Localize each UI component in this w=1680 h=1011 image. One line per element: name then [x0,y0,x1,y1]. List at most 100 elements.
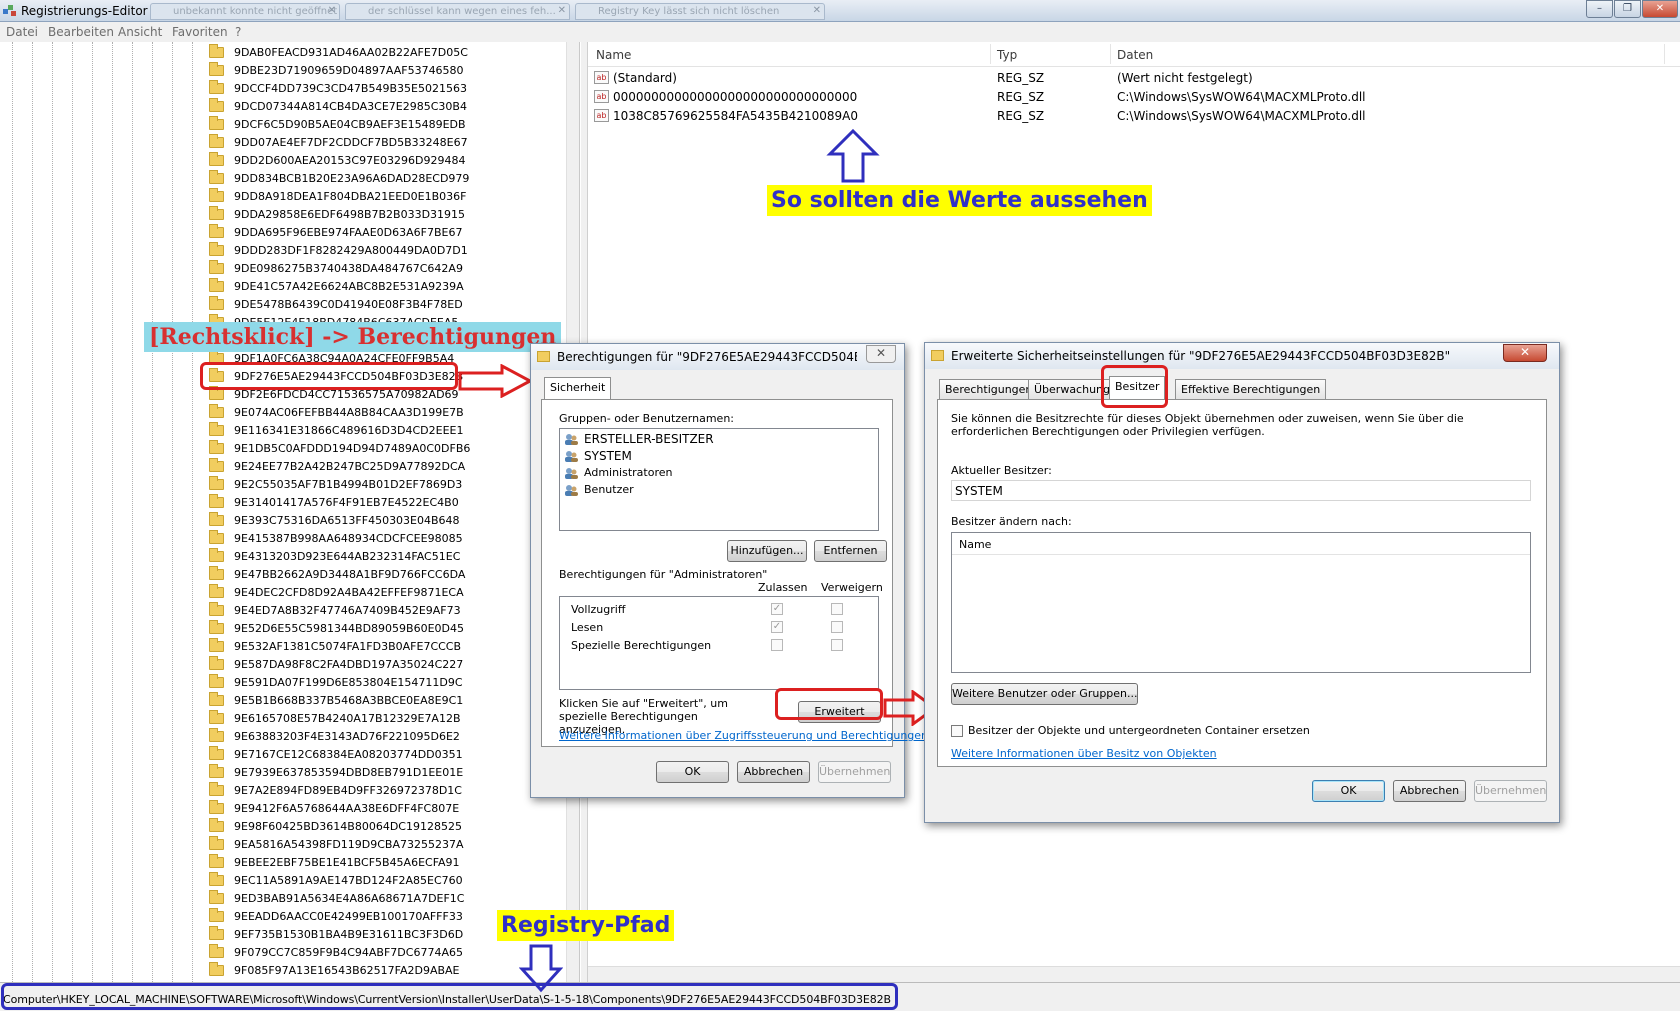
folder-icon [209,782,224,796]
permission-name: Lesen [571,621,604,634]
current-owner-label: Aktueller Besitzer: [951,464,1052,477]
tree-item-label: 9DE5478B6439C0D41940E08F3B4F78ED [234,298,463,311]
users-icon [565,468,578,479]
more-users-button[interactable]: Weitere Benutzer oder Gruppen... [951,683,1138,705]
menu-help[interactable]: ? [235,25,241,39]
remove-button[interactable]: Entfernen [814,540,887,562]
tree-item-label: 9E2C55035AF7B1B4994B01D2EF7869D3 [234,478,463,491]
folder-icon [209,44,224,58]
cancel-button[interactable]: Abbrechen [737,761,810,783]
column-type[interactable]: Typ [997,48,1017,62]
string-value-icon: ab [594,71,609,84]
tree-item-label: 9DDA695F96EBE974FAAE0D63A6F7BE67 [234,226,463,239]
dialog-title: Berechtigungen für "9DF276E5AE29443FCCD5… [557,350,857,364]
tab-effektive-berechtigungen[interactable]: Effektive Berechtigungen [1175,379,1327,399]
user-name: SYSTEM [584,449,632,463]
title-bar: Registrierungs-Editor unbekannt konnte n… [0,0,1680,22]
taskbar-tab[interactable]: Registry Key lässt sich nicht löschen ✕ [575,3,825,20]
tree-item-label: 9EEADD6AACC0E42499EB100170AFFF33 [234,910,463,923]
minimize-button[interactable]: – [1586,0,1613,18]
menu-bearbeiten[interactable]: Bearbeiten [48,25,114,39]
menu-favoriten[interactable]: Favoriten [172,25,228,39]
deny-checkbox[interactable] [831,603,843,615]
folder-icon [209,188,224,202]
string-value-icon: ab [594,109,609,122]
menu-datei[interactable]: Datei [6,25,38,39]
replace-owner-checkbox[interactable] [951,725,963,737]
close-button[interactable]: ✕ [866,345,896,363]
allow-checkbox[interactable]: ✓ [771,603,783,615]
deny-checkbox[interactable] [831,639,843,651]
users-listbox[interactable]: ERSTELLER-BESITZER SYSTEM Administratore… [559,428,879,531]
tree-item-label: 9DCCF4DD739C3CD47B549B35E5021563 [234,82,467,95]
tab-sicherheit[interactable]: Sicherheit [544,377,612,400]
access-control-info-link[interactable]: Weitere Informationen über Zugriffssteue… [559,729,928,742]
add-button[interactable]: Hinzufügen... [727,540,807,562]
folder-icon [209,152,224,166]
owner-candidates-list[interactable]: Name [951,532,1531,673]
menu-ansicht[interactable]: Ansicht [118,25,162,39]
list-row[interactable]: ab 00000000000000000000000000000000 REG_… [588,88,1488,106]
close-icon[interactable]: ✕ [328,5,336,16]
folder-icon [209,296,224,310]
ownership-info-link[interactable]: Weitere Informationen über Besitz von Ob… [951,747,1217,760]
folder-icon [209,134,224,148]
dialog-title: Erweiterte Sicherheitseinstellungen für … [951,349,1451,363]
folder-icon [209,260,224,274]
key-tree[interactable]: 9DAB0FEACD931AD46AA02B22AFE7D05C 9DBE23D7… [0,42,580,982]
column-data[interactable]: Daten [1117,48,1153,62]
maximize-button[interactable]: ❐ [1614,0,1641,18]
ok-button[interactable]: OK [1312,780,1385,802]
tree-item-label: 9DD8A918DEA1F804DBA21EED0E1B036F [234,190,467,203]
tree-item-label: 9DE41C57A42E6624ABC8B2E531A9239A [234,280,464,293]
users-icon [565,485,578,496]
close-icon[interactable]: ✕ [813,5,821,16]
users-icon [565,451,578,462]
close-icon[interactable]: ✕ [558,5,566,16]
close-button[interactable]: ✕ [1642,0,1678,18]
value-type: REG_SZ [997,90,1045,104]
list-row[interactable]: ab 1038C85769625584FA5435B4210089A0 REG_… [588,107,1488,125]
allow-checkbox[interactable] [771,639,783,651]
user-name: Benutzer [584,483,634,496]
folder-icon [209,80,224,94]
taskbar-tab-label: Registry Key lässt sich nicht löschen [598,6,780,17]
tree-item-label: 9EBEE2EBF75BE1E41BCF5B45A6ECFA91 [234,856,460,869]
list-row[interactable]: ab (Standard) REG_SZ (Wert nicht festgel… [588,69,1488,87]
apply-button[interactable]: Übernehmen [818,761,891,783]
folder-icon [931,350,944,361]
allow-checkbox[interactable]: ✓ [771,621,783,633]
change-owner-label: Besitzer ändern nach: [951,515,1072,528]
tree-item-label: 9DBE23D71909659D04897AAF53746580 [234,64,464,77]
tree-item-label: 9E7167CE12C68384EA08203774DD0351 [234,748,463,761]
taskbar-tab[interactable]: unbekannt konnte nicht geöffnet werd...✕ [150,3,340,20]
column-name[interactable]: Name [596,48,631,62]
tree-item-label: 9E7939E637853594DBD8EB791D1EE01E [234,766,464,779]
folder-icon [209,476,224,490]
folder-icon [209,836,224,850]
folder-icon [209,404,224,418]
folder-icon [209,116,224,130]
close-button[interactable]: ✕ [1503,344,1547,362]
tab-berechtigungen[interactable]: Berechtigungen [939,379,1039,399]
apply-button[interactable]: Übernehmen [1474,780,1547,802]
tree-item-label: 9F079CC7C859F9B4C94ABF7DC6774A65 [234,946,463,959]
tree-item-label: 9E52D6E55C5981344BD89059B60E0D45 [234,622,465,635]
tab-besitzer[interactable]: Besitzer [1109,376,1166,399]
taskbar-tab[interactable]: der schlüssel kann wegen eines feh... ✕ [345,3,570,20]
ok-button[interactable]: OK [656,761,729,783]
folder-icon [209,872,224,886]
folder-icon [209,674,224,688]
tree-item-label: 9E4DEC2CFD8D92A4BA42EFFEF9871ECA [234,586,464,599]
folder-icon [209,638,224,652]
tree-item-label: 9DDD283DF1F8282429A800449DA0D7D1 [234,244,468,257]
list-horizontal-scrollbar[interactable] [588,966,1680,982]
folder-icon [209,944,224,958]
cancel-button[interactable]: Abbrechen [1393,780,1466,802]
column-name[interactable]: Name [959,538,991,551]
folder-icon [209,530,224,544]
deny-checkbox[interactable] [831,621,843,633]
folder-icon [209,926,224,940]
folder-icon [209,386,224,400]
folder-icon [209,818,224,832]
